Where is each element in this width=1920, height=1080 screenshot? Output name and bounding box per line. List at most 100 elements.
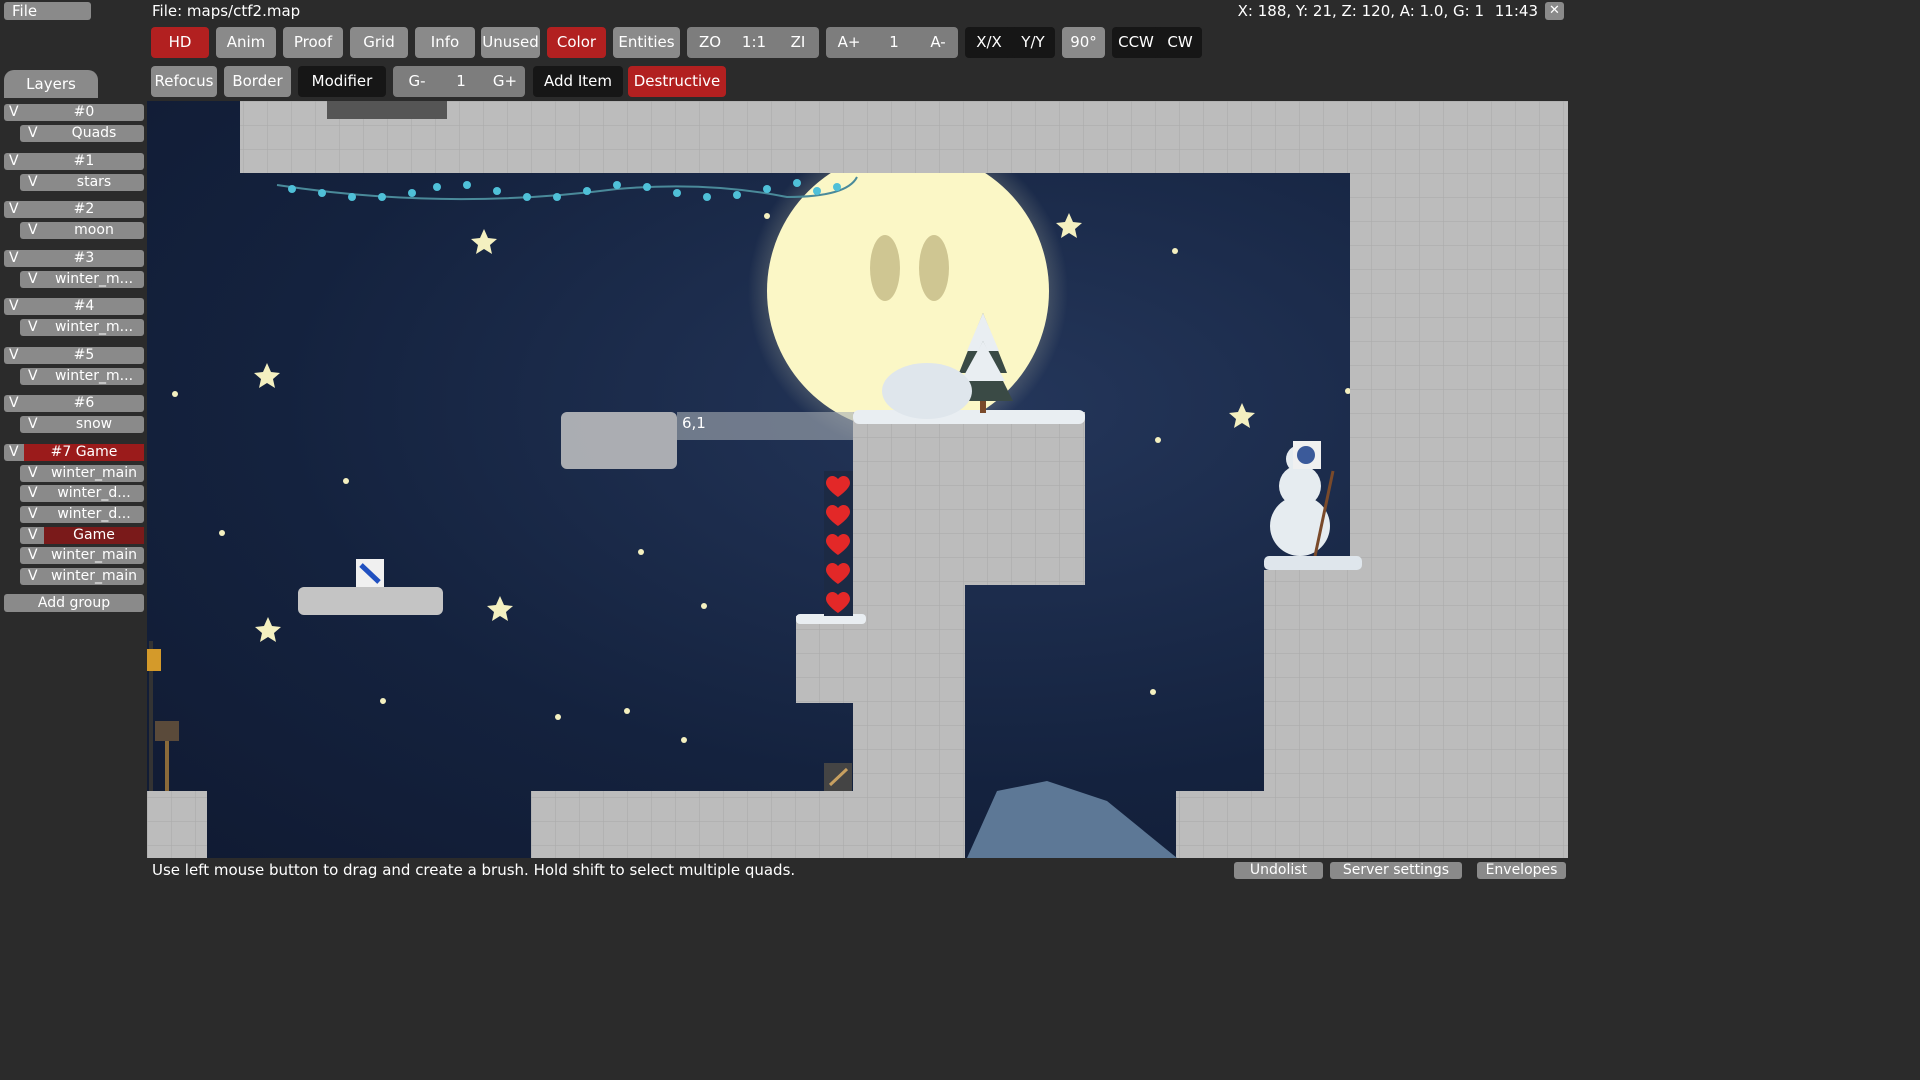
refocus-button[interactable]: Refocus xyxy=(151,66,217,97)
star-shape xyxy=(254,363,280,388)
layer-row[interactable]: Vwinter_d... xyxy=(20,485,144,502)
layer-row[interactable]: Vstars xyxy=(20,174,144,191)
group-row-7[interactable]: V #7 Game xyxy=(4,444,144,461)
visibility-toggle[interactable]: V xyxy=(28,527,38,544)
group-name: #2 xyxy=(73,201,95,217)
group-row-0[interactable]: V #0 xyxy=(4,104,144,121)
layer-row[interactable]: Vwinter_m... xyxy=(20,319,144,336)
flip-y-button[interactable]: Y/Y xyxy=(1012,27,1054,58)
visibility-toggle[interactable]: V xyxy=(9,347,19,364)
layer-row[interactable]: Vwinter_d... xyxy=(20,506,144,523)
moon-eye xyxy=(919,235,949,301)
group-row-4[interactable]: V #4 xyxy=(4,298,144,315)
visibility-toggle[interactable]: V xyxy=(9,201,19,218)
layer-row-selected[interactable]: V Game xyxy=(20,527,144,544)
server-settings-button[interactable]: Server settings xyxy=(1330,862,1462,879)
rotate-cw-button[interactable]: CW xyxy=(1158,27,1202,58)
tower-top-tiles xyxy=(853,412,1085,585)
visibility-toggle[interactable]: V xyxy=(28,485,38,502)
anim-button[interactable]: Anim xyxy=(216,27,276,58)
rotate-ccw-button[interactable]: CCW xyxy=(1114,27,1158,58)
undolist-button[interactable]: Undolist xyxy=(1234,862,1323,879)
visibility-toggle[interactable]: V xyxy=(28,465,38,482)
star-dot xyxy=(681,737,687,743)
cursor-coords: X: 188, Y: 21, Z: 120, A: 1.0, G: 1 xyxy=(1237,2,1484,20)
floating-platform xyxy=(298,587,443,615)
visibility-toggle[interactable]: V xyxy=(9,153,19,170)
visibility-toggle[interactable]: V xyxy=(28,568,38,585)
grid-factor-up-button[interactable]: G+ xyxy=(484,66,526,97)
star-dot xyxy=(1150,689,1156,695)
clock: 11:43 xyxy=(1494,2,1538,20)
layer-name: winter_d... xyxy=(57,485,131,501)
star-dot xyxy=(380,698,386,704)
map-canvas[interactable]: 6,1 xyxy=(147,101,1568,858)
rotate-90-button[interactable]: 90° xyxy=(1062,27,1105,58)
group-row-2[interactable]: V #2 xyxy=(4,201,144,218)
layer-name: winter_main xyxy=(50,547,138,563)
visibility-toggle[interactable]: V xyxy=(28,174,38,191)
entities-button[interactable]: Entities xyxy=(613,27,680,58)
group-row-6[interactable]: V #6 xyxy=(4,395,144,412)
layer-row[interactable]: Vwinter_main xyxy=(20,547,144,564)
layer-name: Quads xyxy=(71,125,117,141)
visibility-toggle[interactable]: V xyxy=(9,250,19,267)
snow-cap xyxy=(853,410,1085,424)
layer-row[interactable]: Vmoon xyxy=(20,222,144,239)
destructive-button[interactable]: Destructive xyxy=(628,66,726,97)
anim-speed-up-button[interactable]: A+ xyxy=(829,27,869,58)
envelopes-button[interactable]: Envelopes xyxy=(1477,862,1566,879)
zoom-out-button[interactable]: ZO xyxy=(690,27,730,58)
layer-row[interactable]: Vwinter_main xyxy=(20,568,144,585)
grid-factor-down-button[interactable]: G- xyxy=(396,66,438,97)
visibility-toggle[interactable]: V xyxy=(9,395,19,412)
visibility-toggle[interactable]: V xyxy=(28,125,38,142)
hd-button[interactable]: HD xyxy=(151,27,209,58)
visibility-toggle[interactable]: V xyxy=(9,298,19,315)
flip-x-button[interactable]: X/X xyxy=(968,27,1010,58)
status-readout: X: 188, Y: 21, Z: 120, A: 1.0, G: 1 11:4… xyxy=(1238,0,1538,22)
proof-button[interactable]: Proof xyxy=(283,27,343,58)
visibility-toggle[interactable]: V xyxy=(28,506,38,523)
layer-row[interactable]: Vwinter_m... xyxy=(20,368,144,385)
grid-button[interactable]: Grid xyxy=(350,27,408,58)
modifier-button[interactable]: Modifier xyxy=(298,66,386,97)
group-name: #0 xyxy=(73,104,95,120)
zoom-in-button[interactable]: ZI xyxy=(778,27,818,58)
visibility-toggle[interactable]: V xyxy=(28,222,38,239)
layers-tab[interactable]: Layers xyxy=(4,70,98,98)
anim-speed-down-button[interactable]: A- xyxy=(918,27,958,58)
ledge-tiles xyxy=(796,616,866,703)
border-button[interactable]: Border xyxy=(224,66,291,97)
color-button[interactable]: Color xyxy=(547,27,606,58)
floor-left-tiles xyxy=(147,791,207,858)
group-row-1[interactable]: V #1 xyxy=(4,153,144,170)
layer-name: winter_d... xyxy=(57,506,131,522)
layer-row[interactable]: V Quads xyxy=(20,125,144,142)
visibility-toggle[interactable]: V xyxy=(28,319,38,336)
group-name: #5 xyxy=(73,347,95,363)
info-button[interactable]: Info xyxy=(415,27,475,58)
snowman xyxy=(1270,441,1335,557)
layer-row[interactable]: Vsnow xyxy=(20,416,144,433)
visibility-toggle[interactable]: V xyxy=(9,444,19,461)
unused-button[interactable]: Unused xyxy=(481,27,540,58)
layer-name: Game xyxy=(44,527,144,544)
layer-row[interactable]: Vwinter_m... xyxy=(20,271,144,288)
close-icon[interactable]: ✕ xyxy=(1545,2,1564,20)
star-dot xyxy=(1172,248,1178,254)
visibility-toggle[interactable]: V xyxy=(28,547,38,564)
visibility-toggle[interactable]: V xyxy=(28,271,38,288)
group-name: #3 xyxy=(73,250,95,266)
group-row-5[interactable]: V #5 xyxy=(4,347,144,364)
layer-row[interactable]: Vwinter_main xyxy=(20,465,144,482)
add-group-button[interactable]: Add group xyxy=(4,594,144,612)
file-menu-button[interactable]: File xyxy=(4,2,91,20)
visibility-toggle[interactable]: V xyxy=(9,104,19,121)
layer-name: winter_m... xyxy=(54,368,134,384)
add-item-button[interactable]: Add Item xyxy=(533,66,623,97)
zoom-reset-button[interactable]: 1:1 xyxy=(733,27,775,58)
visibility-toggle[interactable]: V xyxy=(28,368,38,385)
group-row-3[interactable]: V #3 xyxy=(4,250,144,267)
visibility-toggle[interactable]: V xyxy=(28,416,38,433)
